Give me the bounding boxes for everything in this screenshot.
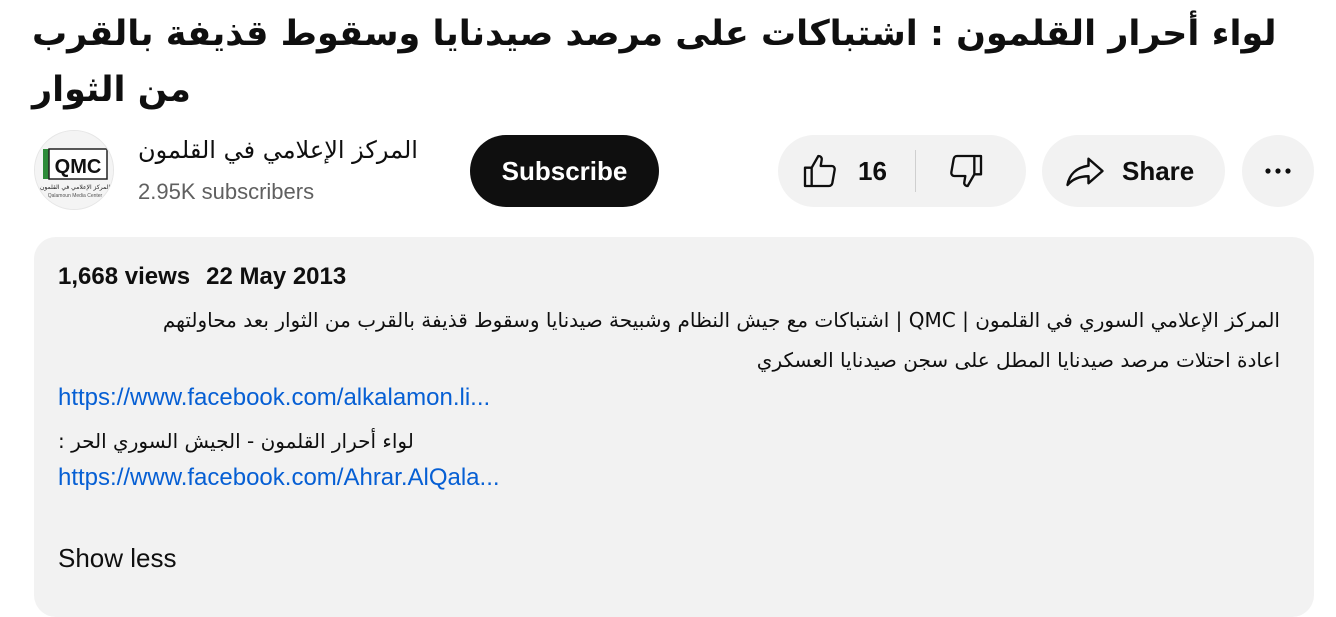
subscriber-count: 2.95K subscribers xyxy=(138,179,315,204)
video-meta: 1,668 views 22 May 2013 xyxy=(58,263,346,291)
avatar-caption: المركز الإعلامي في القلمون xyxy=(40,184,110,191)
description-box[interactable]: 1,668 views 22 May 2013 المركز الإعلامي ا… xyxy=(34,237,1314,617)
description-line: اعادة احتلات مرصد صيدنايا المطل على سجن … xyxy=(756,348,1280,372)
channel-avatar[interactable]: QMC المركز الإعلامي في القلمون Qalamoun … xyxy=(34,130,114,210)
thumbs-down-icon xyxy=(950,154,983,188)
channel-name[interactable]: المركز الإعلامي في القلمون xyxy=(138,136,418,164)
like-button[interactable]: 16 xyxy=(778,135,915,207)
thumbs-up-icon xyxy=(803,154,836,188)
like-dislike-group: 16 xyxy=(778,135,1026,207)
show-less-button[interactable]: Show less xyxy=(58,543,177,574)
share-label: Share xyxy=(1122,155,1195,186)
share-arrow-icon xyxy=(1066,157,1104,187)
description-line: المركز الإعلامي السوري في القلمون | QMC … xyxy=(162,308,1280,332)
more-horizontal-icon xyxy=(1265,168,1291,174)
description-link[interactable]: https://www.facebook.com/alkalamon.li... xyxy=(58,384,490,412)
video-title: لواء أحرار القلمون : اشتباكات على مرصد ص… xyxy=(32,14,1277,110)
description-link[interactable]: https://www.facebook.com/Ahrar.AlQala... xyxy=(58,464,500,492)
like-count: 16 xyxy=(858,155,887,186)
view-count: 1,668 views xyxy=(58,263,191,290)
more-actions-button[interactable] xyxy=(1242,135,1314,207)
share-button[interactable]: Share xyxy=(1042,135,1225,207)
dislike-button[interactable] xyxy=(916,135,1016,207)
qmc-logo-icon: QMC المركز الإعلامي في القلمون Qalamoun … xyxy=(35,131,113,209)
upload-date: 22 May 2013 xyxy=(206,263,347,290)
avatar-logo-text: QMC xyxy=(55,156,102,178)
description-line: لواء أحرار القلمون - الجيش السوري الحر : xyxy=(58,429,414,453)
avatar-subcaption: Qalamoun Media Center xyxy=(48,193,103,199)
subscribe-button[interactable]: Subscribe xyxy=(470,135,659,207)
